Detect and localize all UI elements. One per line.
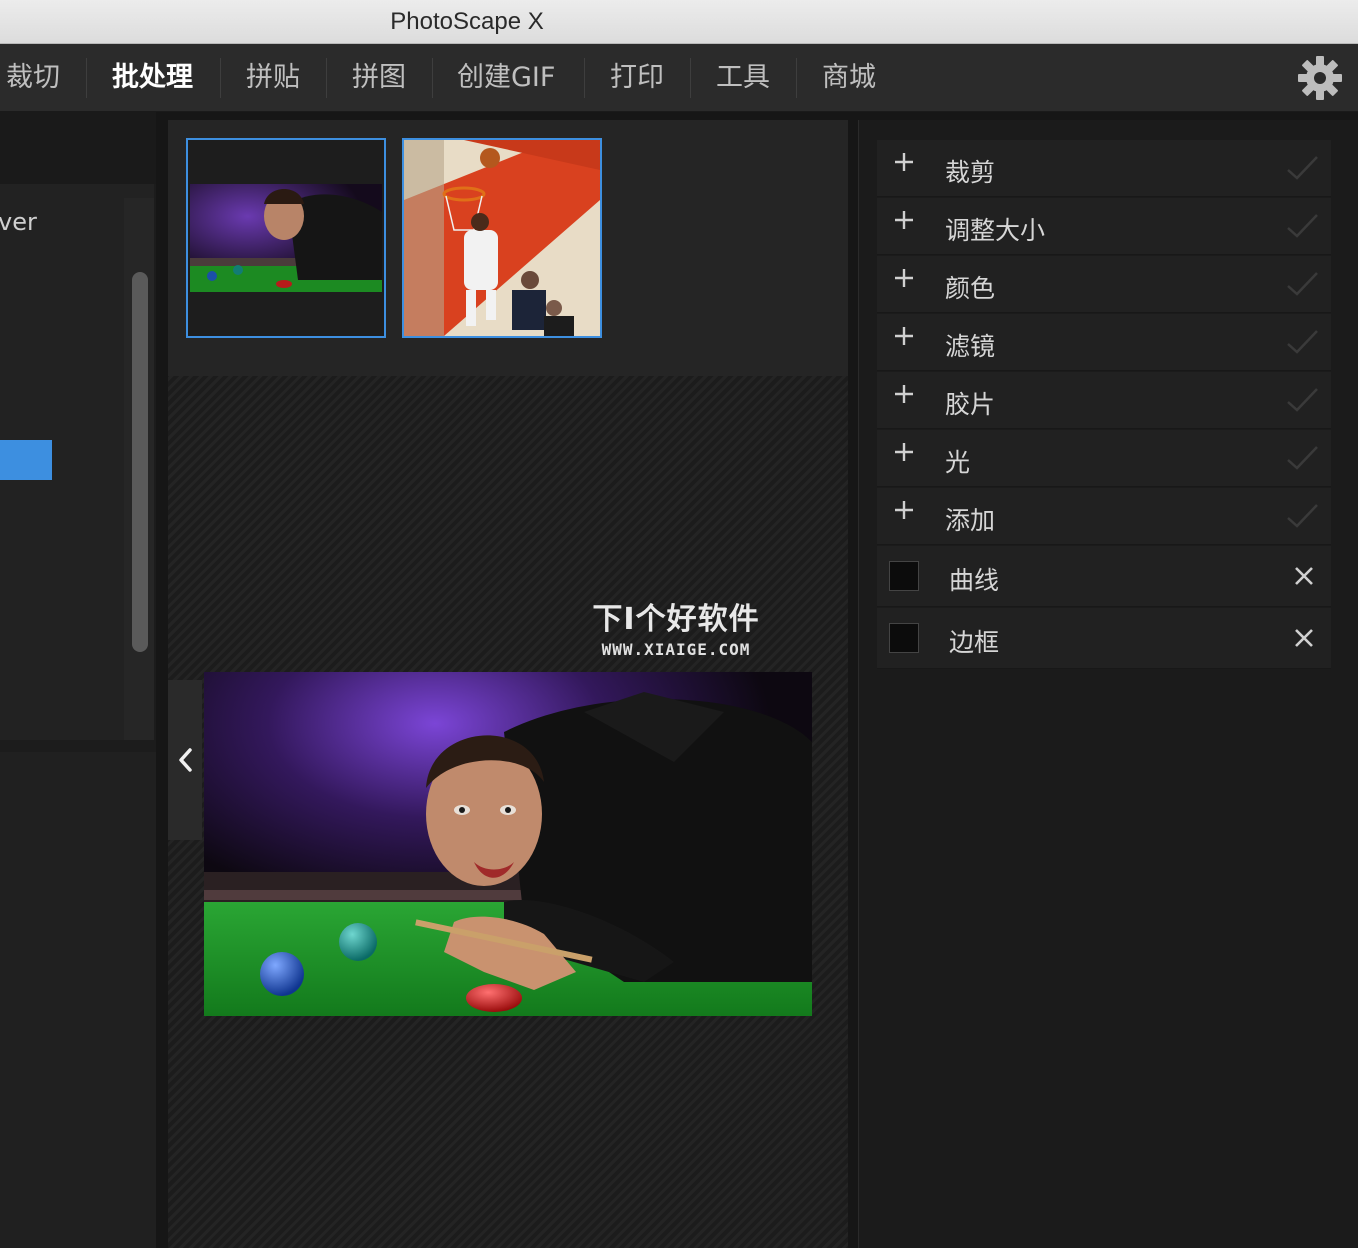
menu-item-tools[interactable]: 工具 <box>716 44 770 112</box>
option-label: 添加 <box>945 506 996 535</box>
option-light[interactable]: 光 <box>877 430 1331 487</box>
menu-item-batch[interactable]: 批处理 <box>112 44 193 112</box>
plus-icon[interactable] <box>893 383 915 405</box>
close-icon[interactable] <box>1293 627 1315 649</box>
option-resize[interactable]: 调整大小 <box>877 198 1331 255</box>
checkmark-icon <box>1287 388 1318 412</box>
option-border[interactable]: 边框 <box>877 608 1331 669</box>
curves-checkbox[interactable] <box>889 561 919 591</box>
menu-separator <box>86 58 87 98</box>
option-label: 光 <box>945 448 971 477</box>
menu-item-print[interactable]: 打印 <box>610 44 664 112</box>
menu-item-collage[interactable]: 拼贴 <box>246 44 300 112</box>
plus-icon[interactable] <box>893 209 915 231</box>
menu-bar: 裁切 批处理 拼贴 拼图 创建GIF 打印 工具 商城 <box>0 44 1358 112</box>
menu-separator <box>796 58 797 98</box>
basketball-thumbnail-image <box>404 140 600 336</box>
watermark: 下I个好软件 WWW.XIAIGE.COM <box>576 594 776 659</box>
menu-separator <box>584 58 585 98</box>
menu-item-crop[interactable]: 裁切 <box>6 44 60 112</box>
thumbnail-strip <box>168 120 848 376</box>
previous-image-button[interactable] <box>168 680 202 840</box>
checkmark-icon <box>1287 504 1318 528</box>
option-label: 裁剪 <box>945 158 996 187</box>
plus-icon[interactable] <box>893 325 915 347</box>
plus-icon[interactable] <box>893 151 915 173</box>
selected-list-item[interactable] <box>0 440 52 480</box>
window-title: PhotoScape X <box>390 8 544 35</box>
snooker-preview-image <box>204 672 812 1016</box>
option-color[interactable]: 颜色 <box>877 256 1331 313</box>
gear-icon[interactable] <box>1296 54 1344 102</box>
checkmark-icon <box>1287 446 1318 470</box>
border-checkbox[interactable] <box>889 623 919 653</box>
checkmark-icon <box>1287 156 1318 180</box>
scrollbar-thumb[interactable] <box>132 272 148 652</box>
checkmark-icon <box>1287 214 1318 238</box>
menu-item-store[interactable]: 商城 <box>822 44 876 112</box>
thumbnail-snooker[interactable] <box>186 138 386 338</box>
menu-item-combine[interactable]: 拼图 <box>352 44 406 112</box>
menu-separator <box>326 58 327 98</box>
option-add[interactable]: 添加 <box>877 488 1331 545</box>
checkmark-icon <box>1287 330 1318 354</box>
main-preview-image <box>204 672 812 1016</box>
watermark-title: 下I个好软件 <box>592 602 760 637</box>
batch-options-panel: 裁剪 调整大小 颜色 滤镜 胶片 光 添加 曲线 边框 <box>858 120 1358 1248</box>
option-label: 颜色 <box>945 274 996 303</box>
option-label: 调整大小 <box>945 216 1046 245</box>
menu-separator <box>432 58 433 98</box>
option-crop[interactable]: 裁剪 <box>877 140 1331 197</box>
option-filter[interactable]: 滤镜 <box>877 314 1331 371</box>
snooker-thumbnail-image <box>188 140 384 336</box>
option-curves[interactable]: 曲线 <box>877 546 1331 607</box>
close-icon[interactable] <box>1293 565 1315 587</box>
plus-icon[interactable] <box>893 267 915 289</box>
preview-area: 下I个好软件 WWW.XIAIGE.COM <box>168 120 848 1248</box>
checkmark-icon <box>1287 272 1318 296</box>
option-label: 滤镜 <box>945 332 996 361</box>
chevron-left-icon <box>179 748 192 772</box>
watermark-url: WWW.XIAIGE.COM <box>601 640 751 659</box>
left-panel: ver <box>0 112 156 1248</box>
option-label: 胶片 <box>945 390 996 419</box>
title-bar: PhotoScape X <box>0 0 1358 44</box>
menu-item-create-gif[interactable]: 创建GIF <box>457 44 555 112</box>
option-label: 边框 <box>949 628 1000 657</box>
option-label: 曲线 <box>949 566 1000 595</box>
option-film[interactable]: 胶片 <box>877 372 1331 429</box>
file-list[interactable]: ver <box>0 184 154 740</box>
menu-separator <box>690 58 691 98</box>
left-panel-header <box>0 112 156 184</box>
left-panel-footer <box>0 752 156 1248</box>
plus-icon[interactable] <box>893 499 915 521</box>
file-list-item-text[interactable]: ver <box>0 208 37 236</box>
menu-separator <box>220 58 221 98</box>
plus-icon[interactable] <box>893 441 915 463</box>
thumbnail-basketball[interactable] <box>402 138 602 338</box>
